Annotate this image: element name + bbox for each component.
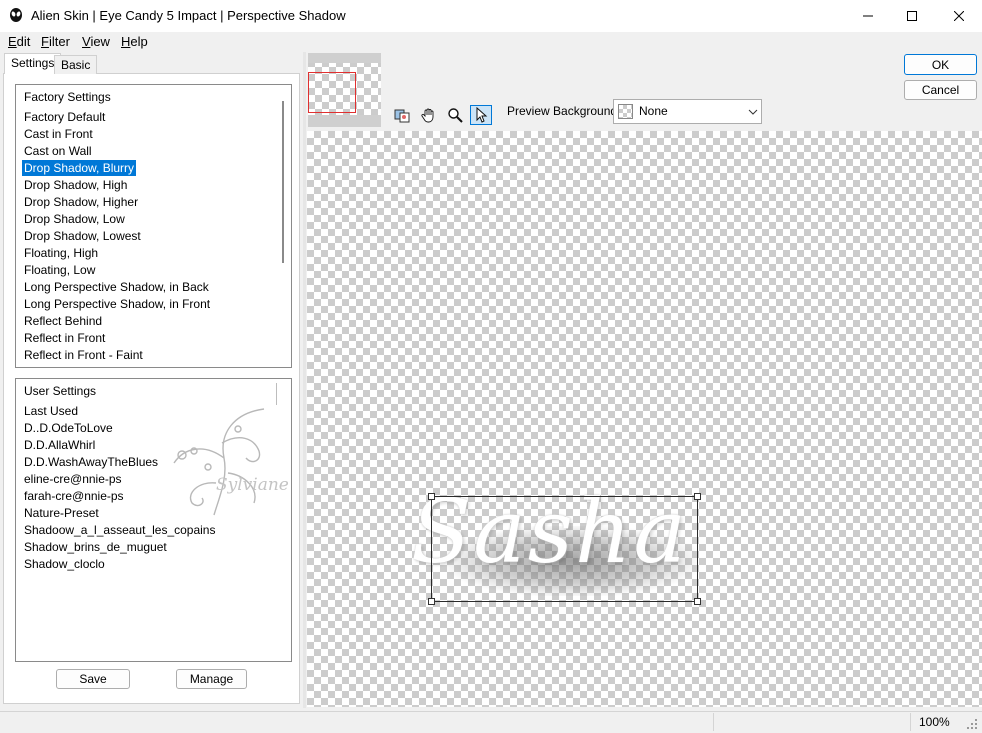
factory-preset-item-long-perspective-shadow-in-back[interactable]: Long Perspective Shadow, in Back <box>22 279 211 295</box>
resize-handle-bottom-right[interactable] <box>694 598 701 605</box>
factory-preset-item-floating-high[interactable]: Floating, High <box>22 245 100 261</box>
factory-preset-item-reflect-in-front-faint[interactable]: Reflect in Front - Faint <box>22 347 145 363</box>
user-preset-item-nature-preset[interactable]: Nature-Preset <box>22 505 101 521</box>
navigator-thumbnail[interactable] <box>308 53 381 127</box>
user-preset-item-shadow-cloclo[interactable]: Shadow_cloclo <box>22 556 107 572</box>
factory-settings-header: Factory Settings <box>24 90 111 104</box>
sylviane-watermark: Sylviane <box>216 475 289 495</box>
window-title: Alien Skin | Eye Candy 5 Impact | Perspe… <box>31 8 346 23</box>
preview-background-value: None <box>639 104 668 118</box>
factory-preset-item-reflect-in-front[interactable]: Reflect in Front <box>22 330 107 346</box>
user-preset-item-d-d-allawhirl[interactable]: D.D.AllaWhirl <box>22 437 97 453</box>
factory-settings-list[interactable]: Factory Settings Factory Default Cast in … <box>15 84 292 368</box>
chevron-down-icon <box>748 109 758 115</box>
status-message <box>713 713 910 731</box>
user-preset-item-last-used[interactable]: Last Used <box>22 403 80 419</box>
resize-handle-top-left[interactable] <box>428 493 435 500</box>
user-preset-item-farah-cre-nnie-ps[interactable]: farah-cre@nnie-ps <box>22 488 126 504</box>
factory-list-scrollbar[interactable] <box>282 101 284 263</box>
factory-preset-item-reflect-behind[interactable]: Reflect Behind <box>22 313 104 329</box>
close-icon <box>954 11 964 21</box>
factory-preset-item-drop-shadow-blurry[interactable]: Drop Shadow, Blurry <box>22 160 137 176</box>
transparency-swatch-icon <box>618 104 633 119</box>
navigator-viewport-frame[interactable] <box>308 72 356 113</box>
resize-grip-icon[interactable] <box>966 718 978 730</box>
user-settings-list[interactable]: User Settings Last Used D..D.OdeToLove D.D… <box>15 378 292 662</box>
user-list-scrollbar[interactable] <box>276 383 277 405</box>
user-settings-header: User Settings <box>24 384 97 398</box>
factory-preset-item-drop-shadow-higher[interactable]: Drop Shadow, Higher <box>22 194 140 210</box>
shadow-selection-box[interactable] <box>431 496 698 602</box>
factory-preset-item-cast-in-front[interactable]: Cast in Front <box>22 126 95 142</box>
user-preset-item-shadoow-a-l-asseaut-les-copains[interactable]: Shadoow_a_l_asseaut_les_copains <box>22 522 217 538</box>
tab-basic[interactable]: Basic <box>54 55 98 74</box>
preview-canvas[interactable]: Sasha <box>307 131 982 707</box>
zoom-tool[interactable] <box>444 105 466 125</box>
minimize-icon <box>863 15 873 17</box>
resize-handle-top-right[interactable] <box>694 493 701 500</box>
minimize-button[interactable] <box>845 0 891 32</box>
factory-preset-item-cast-on-wall[interactable]: Cast on Wall <box>22 143 94 159</box>
user-preset-item-d-d-washawaytheblues[interactable]: D.D.WashAwayTheBlues <box>22 454 160 470</box>
arrow-pointer-icon <box>476 107 488 123</box>
preview-background-select[interactable]: None <box>613 99 762 124</box>
factory-preset-item-drop-shadow-high[interactable]: Drop Shadow, High <box>22 177 129 193</box>
factory-preset-item-long-perspective-shadow-in-front[interactable]: Long Perspective Shadow, in Front <box>22 296 212 312</box>
manage-button[interactable]: Manage <box>176 669 247 689</box>
alien-skin-app-icon[interactable] <box>8 7 24 23</box>
user-preset-item-eline-cre-nnie-ps[interactable]: eline-cre@nnie-ps <box>22 471 124 487</box>
menu-edit[interactable]: Edit <box>8 34 30 49</box>
magnifier-icon <box>448 108 463 123</box>
maximize-button[interactable] <box>889 0 935 32</box>
factory-preset-item-drop-shadow-low[interactable]: Drop Shadow, Low <box>22 211 127 227</box>
panel-splitter[interactable] <box>303 52 306 708</box>
resize-handle-bottom-left[interactable] <box>428 598 435 605</box>
menu-view[interactable]: View <box>82 34 110 49</box>
save-button[interactable]: Save <box>56 669 130 689</box>
ok-button[interactable]: OK <box>904 54 977 75</box>
menu-help[interactable]: Help <box>121 34 148 49</box>
factory-preset-item-floating-low[interactable]: Floating, Low <box>22 262 97 278</box>
user-preset-item-d-d-odetolove[interactable]: D..D.OdeToLove <box>22 420 115 436</box>
zoom-level: 100% <box>910 713 960 731</box>
hand-icon <box>421 108 434 123</box>
factory-preset-item-factory-default[interactable]: Factory Default <box>22 109 107 125</box>
tab-settings[interactable]: Settings <box>4 53 62 74</box>
preview-background-label: Preview Background: <box>507 104 621 118</box>
close-button[interactable] <box>936 0 982 32</box>
user-preset-item-shadow-brins-de-muguet[interactable]: Shadow_brins_de_muguet <box>22 539 169 555</box>
cancel-button[interactable]: Cancel <box>904 80 977 100</box>
sylviane-watermark-ornament <box>173 408 265 516</box>
menu-filter[interactable]: Filter <box>41 34 70 49</box>
factory-preset-item-drop-shadow-lowest[interactable]: Drop Shadow, Lowest <box>22 228 143 244</box>
before-after-icon <box>394 109 410 123</box>
maximize-icon <box>907 11 917 21</box>
hand-tool[interactable] <box>418 105 440 125</box>
select-tool[interactable] <box>470 105 492 125</box>
before-after-tool[interactable] <box>391 105 413 125</box>
